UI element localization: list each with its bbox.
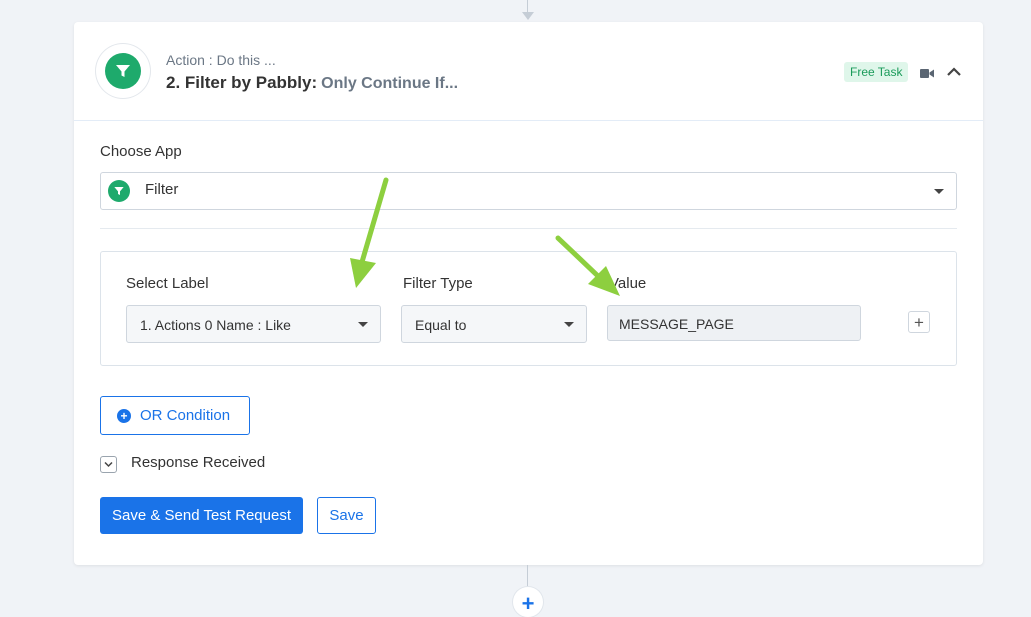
video-icon[interactable] <box>920 66 934 84</box>
filter-type-label: Filter Type <box>403 275 473 292</box>
step-title: 2. Filter by Pabbly: Only Continue If... <box>166 73 458 93</box>
step-subtitle: Only Continue If... <box>321 75 459 92</box>
step-card: Action : Do this ... 2. Filter by Pabbly… <box>74 22 983 565</box>
connector-line-bottom <box>527 565 528 589</box>
select-label-label: Select Label <box>126 275 209 292</box>
save-button[interactable]: Save <box>317 497 376 534</box>
or-condition-button[interactable]: + OR Condition <box>100 396 250 435</box>
filter-type-dropdown[interactable]: Equal to <box>401 305 587 343</box>
divider <box>100 228 957 229</box>
app-logo <box>96 44 150 98</box>
filter-type-value: Equal to <box>415 317 467 333</box>
plus-icon: + <box>521 591 535 616</box>
select-label-value: 1. Actions 0 Name : Like <box>140 317 291 333</box>
plus-circle-icon: + <box>117 408 131 423</box>
free-task-badge: Free Task <box>844 62 909 82</box>
caret-down-icon <box>934 189 944 194</box>
filter-condition-box: Select Label Filter Type Value 1. Action… <box>100 251 957 366</box>
step-header[interactable]: Action : Do this ... 2. Filter by Pabbly… <box>74 22 983 121</box>
add-condition-button[interactable]: + <box>908 311 930 333</box>
caret-down-icon <box>564 322 574 327</box>
select-label-dropdown[interactable]: 1. Actions 0 Name : Like <box>126 305 381 343</box>
chevron-up-icon[interactable] <box>946 65 962 83</box>
choose-app-label: Choose App <box>100 143 182 160</box>
caret-down-icon <box>358 322 368 327</box>
chevron-down-icon <box>104 461 113 468</box>
value-input-text: MESSAGE_PAGE <box>619 316 734 332</box>
filter-icon <box>108 180 130 202</box>
or-condition-label: OR Condition <box>140 407 231 424</box>
add-step-button[interactable]: + <box>513 587 543 617</box>
response-received-label[interactable]: Response Received <box>131 454 265 471</box>
response-toggle[interactable] <box>100 456 117 473</box>
connector-arrow-icon <box>522 12 534 20</box>
choose-app-value: Filter <box>145 181 179 198</box>
filter-icon <box>105 53 141 89</box>
plus-icon: + <box>914 312 924 332</box>
step-title-main: 2. Filter by Pabbly: <box>166 73 318 92</box>
save-send-test-button[interactable]: Save & Send Test Request <box>100 497 303 534</box>
value-label: Value <box>609 275 647 292</box>
choose-app-select[interactable]: Filter <box>100 172 957 210</box>
step-kicker: Action : Do this ... <box>166 52 276 68</box>
